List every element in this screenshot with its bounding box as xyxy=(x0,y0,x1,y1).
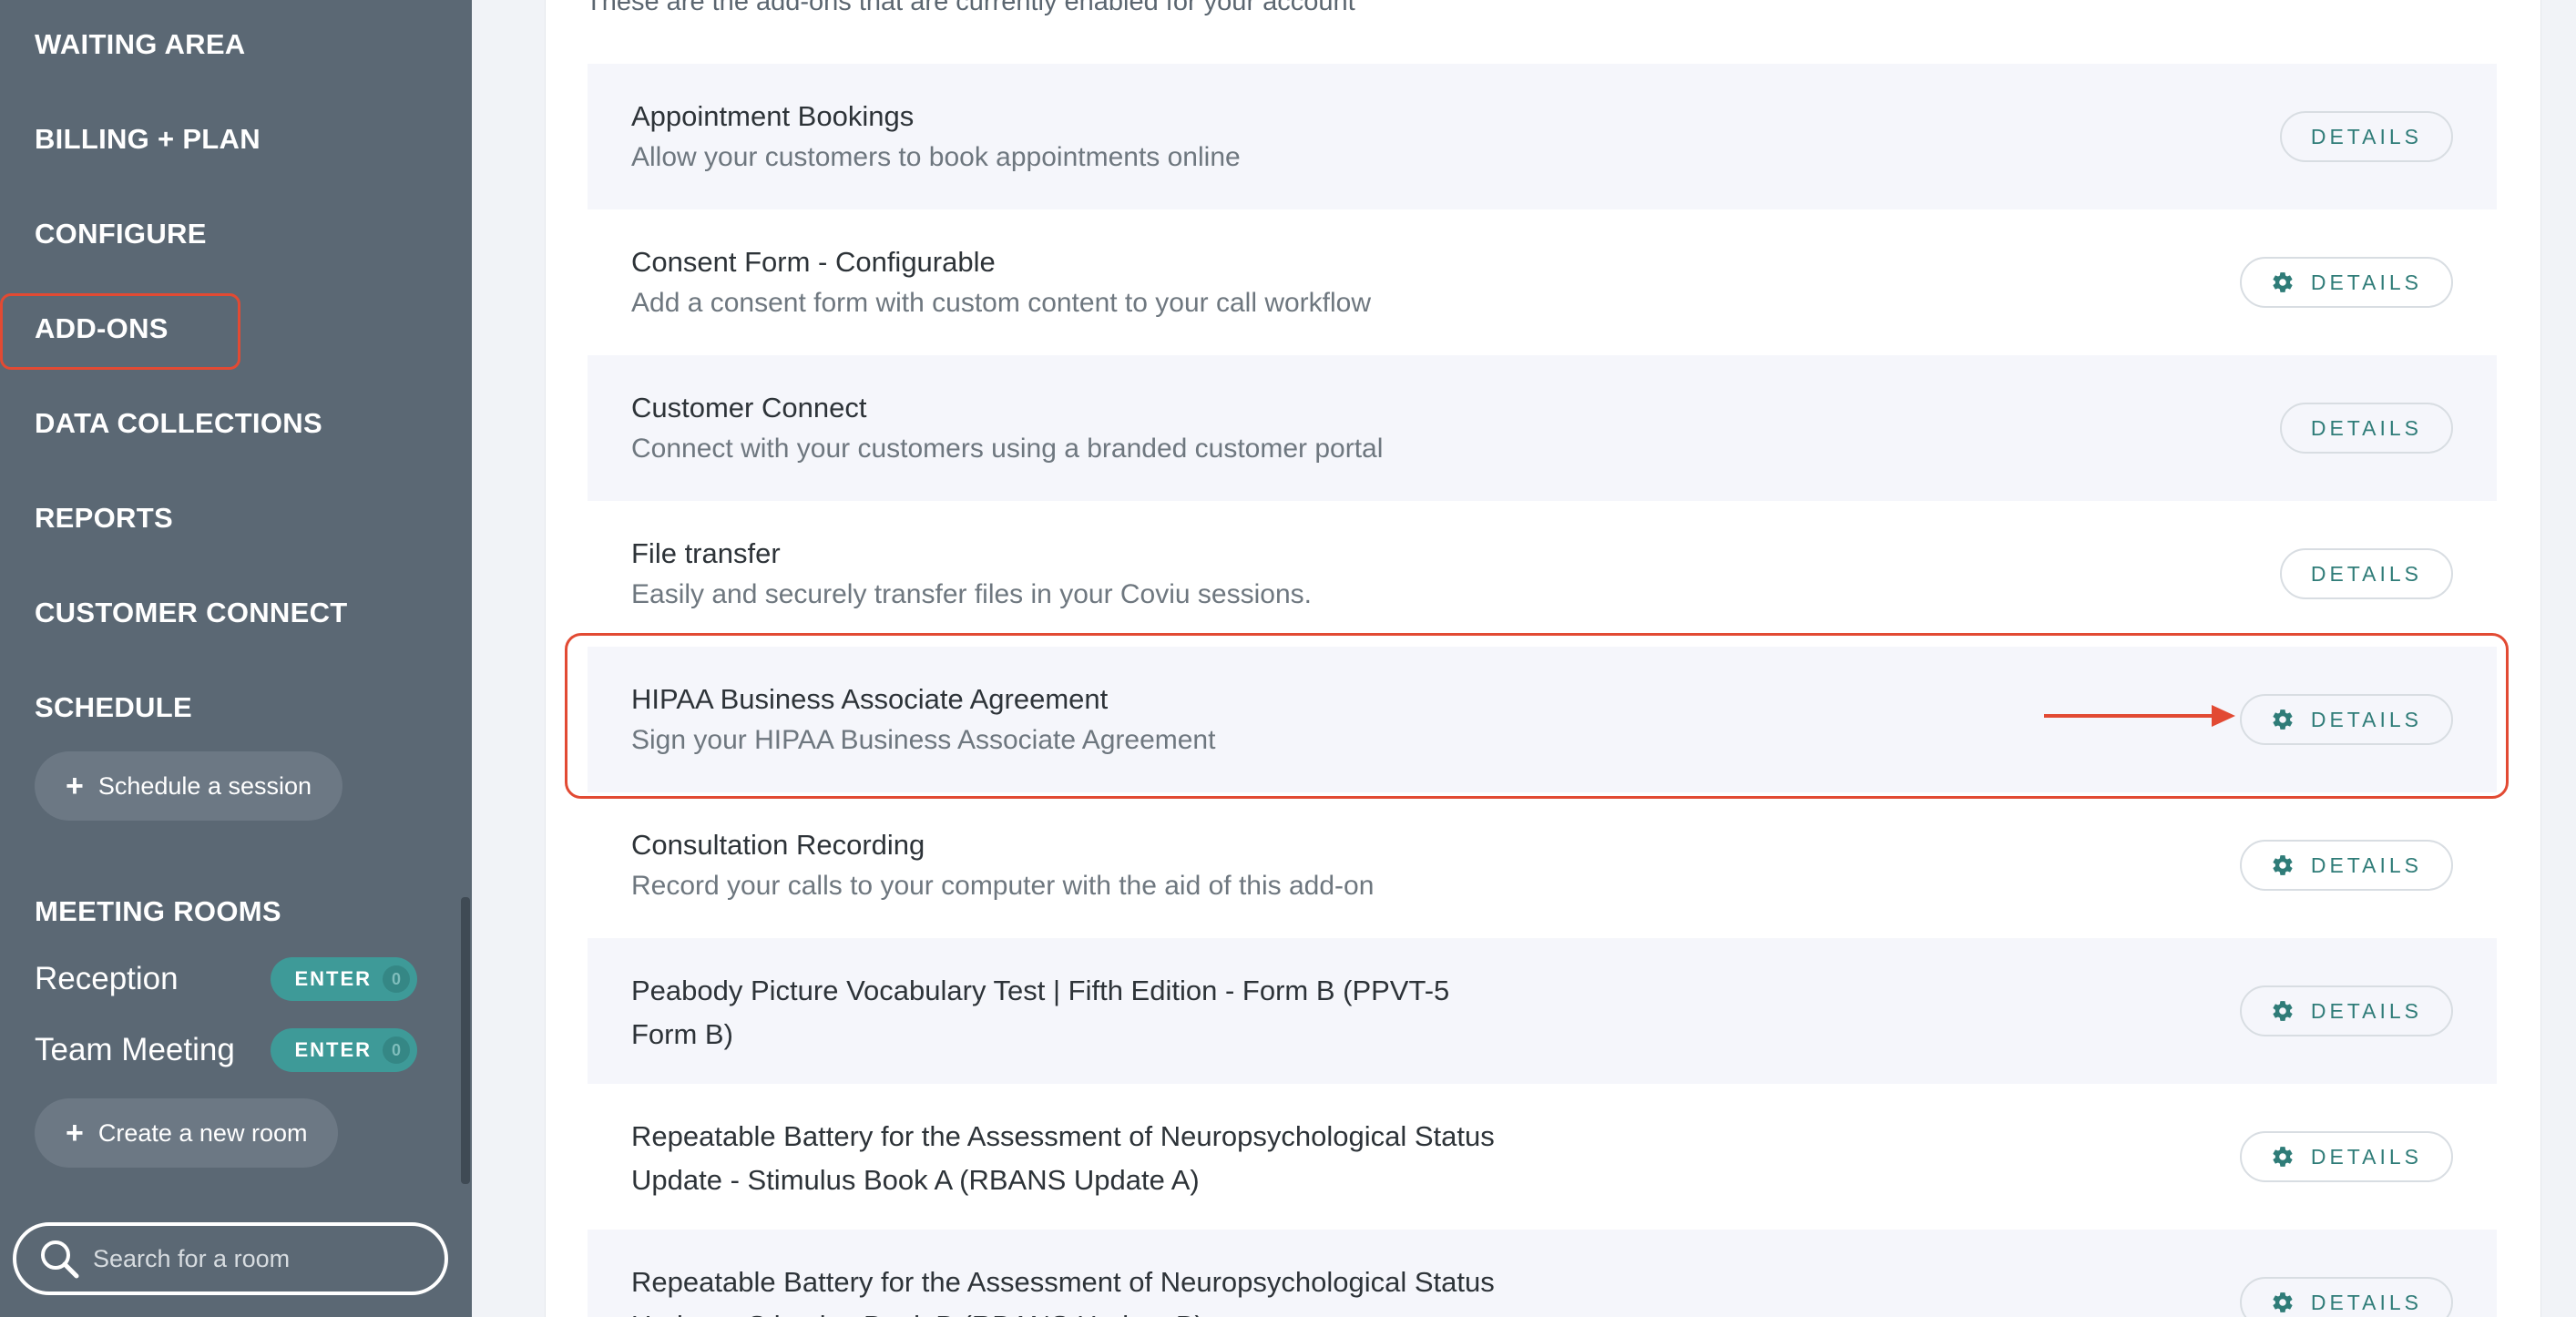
schedule-session-label: Schedule a session xyxy=(97,771,312,800)
details-label: DETAILS xyxy=(2310,124,2422,148)
addon-title: Customer Connect xyxy=(631,392,867,424)
nav-schedule[interactable]: SCHEDULE xyxy=(35,687,192,729)
sidebar: WAITING AREA BILLING + PLAN CONFIGURE AD… xyxy=(0,0,472,1317)
participant-count: 0 xyxy=(383,965,410,993)
gear-icon xyxy=(2273,1292,2293,1312)
addon-title: Appointment Bookings xyxy=(631,100,915,132)
enter-label: ENTER xyxy=(294,1038,372,1061)
addon-row: Consultation Recording Record your calls… xyxy=(588,792,2497,938)
room-name: Team Meeting xyxy=(35,1032,235,1067)
addon-title: File transfer xyxy=(631,537,781,569)
nav-reports[interactable]: REPORTS xyxy=(35,497,173,539)
nav-customer-connect[interactable]: CUSTOMER CONNECT xyxy=(35,592,348,634)
room-search-box xyxy=(13,1222,448,1295)
details-button[interactable]: DETAILS xyxy=(2279,403,2453,454)
details-label: DETAILS xyxy=(2310,270,2422,294)
gear-icon xyxy=(2273,855,2293,875)
details-label: DETAILS xyxy=(2310,852,2422,877)
search-icon xyxy=(41,1240,79,1279)
participant-count: 0 xyxy=(383,1036,410,1064)
details-button[interactable]: DETAILS xyxy=(2239,1277,2453,1317)
addon-title: Repeatable Battery for the Assessment of… xyxy=(631,1120,1495,1196)
details-button[interactable]: DETAILS xyxy=(2239,985,2453,1036)
create-room-label: Create a new room xyxy=(97,1118,308,1147)
details-label: DETAILS xyxy=(2310,1144,2422,1169)
meeting-rooms-heading: MEETING ROOMS xyxy=(35,895,281,927)
arrow-right-icon xyxy=(2044,705,2235,727)
addon-description: Easily and securely transfer files in yo… xyxy=(631,579,1312,609)
room-name: Reception xyxy=(35,961,179,996)
details-button[interactable]: DETAILS xyxy=(2239,840,2453,891)
details-button[interactable]: DETAILS xyxy=(2279,548,2453,599)
plus-icon: + xyxy=(66,769,84,803)
addon-description: Connect with your customers using a bran… xyxy=(631,434,1384,464)
details-label: DETAILS xyxy=(2310,998,2422,1023)
room-search-input[interactable] xyxy=(93,1244,421,1273)
addon-row: Customer Connect Connect with your custo… xyxy=(588,355,2497,501)
nav-data-collections[interactable]: DATA COLLECTIONS xyxy=(35,403,322,444)
gear-icon xyxy=(2273,1147,2293,1167)
addon-title: Repeatable Battery for the Assessment of… xyxy=(631,1266,1495,1317)
plus-icon: + xyxy=(66,1116,84,1150)
addon-description: Allow your customers to book appointment… xyxy=(631,142,1241,172)
room-row-reception: Reception ENTER 0 xyxy=(35,956,417,1002)
add-ons-highlight-annotation xyxy=(0,293,240,370)
enter-label: ENTER xyxy=(294,967,372,990)
details-label: DETAILS xyxy=(2310,415,2422,440)
add-ons-intro-text: These are the add-ons that are currently… xyxy=(586,0,1355,16)
enter-room-button[interactable]: ENTER 0 xyxy=(271,957,417,1001)
addon-title: Peabody Picture Vocabulary Test | Fifth … xyxy=(631,975,1450,1050)
room-row-team-meeting: Team Meeting ENTER 0 xyxy=(35,1027,417,1073)
addon-title: Consultation Recording xyxy=(631,829,925,861)
create-room-button[interactable]: + Create a new room xyxy=(35,1098,339,1168)
addon-description: Add a consent form with custom content t… xyxy=(631,288,1372,318)
details-label: DETAILS xyxy=(2310,561,2422,586)
addon-row: Repeatable Battery for the Assessment of… xyxy=(588,1084,2497,1230)
addon-row: Consent Form - Configurable Add a consen… xyxy=(588,209,2497,355)
details-button[interactable]: DETAILS xyxy=(2279,111,2453,162)
gear-icon xyxy=(2273,272,2293,292)
enter-room-button[interactable]: ENTER 0 xyxy=(271,1028,417,1072)
addon-description: Record your calls to your computer with … xyxy=(631,871,1375,901)
sidebar-scrollbar[interactable] xyxy=(461,897,470,1184)
addon-row: File transfer Easily and securely transf… xyxy=(588,501,2497,647)
details-button[interactable]: DETAILS xyxy=(2239,257,2453,308)
nav-billing-plan[interactable]: BILLING + PLAN xyxy=(35,118,261,160)
addon-row: Repeatable Battery for the Assessment of… xyxy=(588,1230,2497,1317)
details-label: DETAILS xyxy=(2310,1290,2422,1314)
addon-row: Appointment Bookings Allow your customer… xyxy=(588,64,2497,209)
addon-title: Consent Form - Configurable xyxy=(631,246,996,278)
addon-row: Peabody Picture Vocabulary Test | Fifth … xyxy=(588,938,2497,1084)
nav-configure[interactable]: CONFIGURE xyxy=(35,213,207,255)
nav-waiting-area[interactable]: WAITING AREA xyxy=(35,24,246,66)
gear-icon xyxy=(2273,1001,2293,1021)
schedule-session-button[interactable]: + Schedule a session xyxy=(35,751,343,821)
details-button[interactable]: DETAILS xyxy=(2239,1131,2453,1182)
